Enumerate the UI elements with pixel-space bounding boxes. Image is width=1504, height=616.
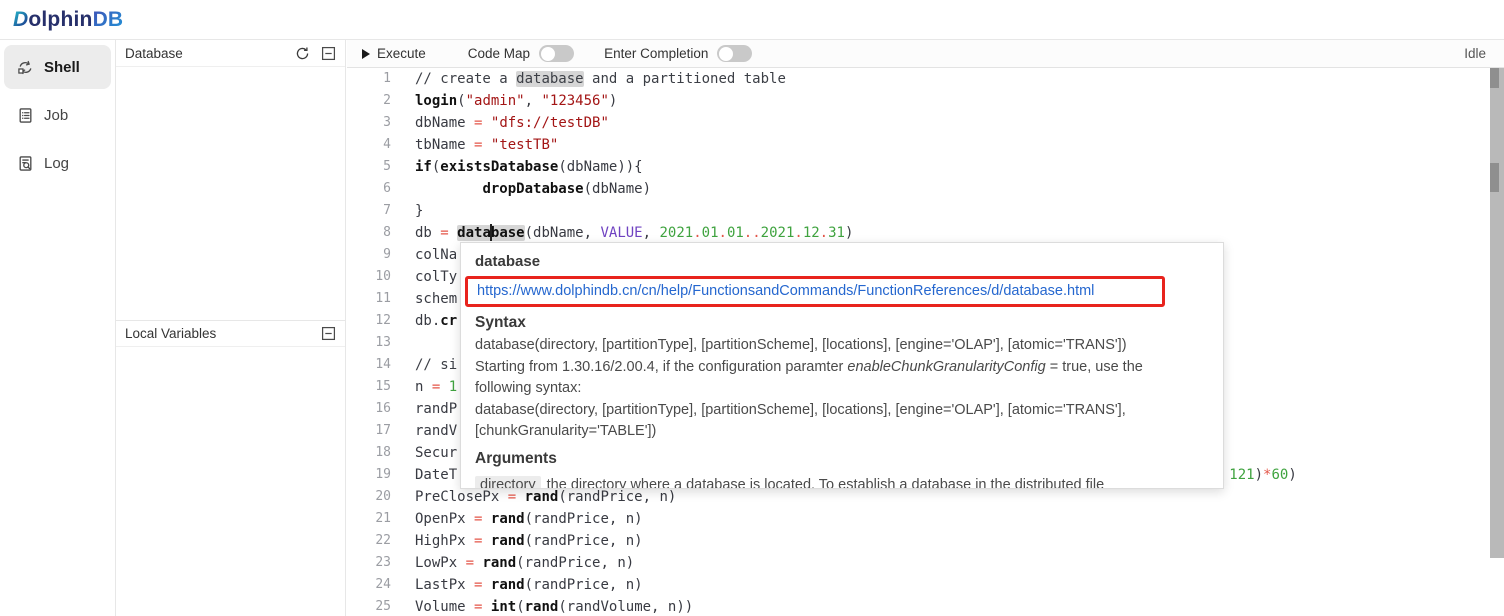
sidebar: Shell Job Log [0,40,116,616]
logo-db: DB [93,8,124,32]
play-icon [362,49,370,59]
line-number: 9 [347,244,391,266]
tooltip-function-name: database [475,252,1209,272]
database-panel-title: Database [125,46,295,61]
line-number: 20 [347,486,391,508]
collapse-icon[interactable] [321,326,336,341]
line-number: 8 [347,222,391,244]
code-line[interactable]: 4tbName = "testTB" [347,134,1504,156]
execute-button[interactable]: Execute [362,46,426,61]
text-cursor [490,224,492,241]
code-map-toggle[interactable] [539,45,574,62]
enter-completion-toggle[interactable] [717,45,752,62]
status-indicator: Idle [1464,46,1486,61]
function-doc-tooltip: database https://www.dolphindb.cn/cn/hel… [460,242,1224,489]
tooltip-argument-line: directory the directory where a database… [475,475,1209,490]
line-number: 24 [347,574,391,596]
tooltip-arguments-heading: Arguments [475,449,1209,469]
line-number: 16 [347,398,391,420]
red-annotation-box: https://www.dolphindb.cn/cn/help/Functio… [465,276,1165,307]
database-panel-body [116,67,345,320]
code-line[interactable]: 1// create a database and a partitioned … [347,68,1504,90]
logo-mark: D [13,8,28,32]
job-icon [17,107,34,124]
sidebar-item-shell[interactable]: Shell [4,45,111,89]
line-number: 7 [347,200,391,222]
sidebar-nav: Shell Job Log [0,45,115,185]
line-number: 18 [347,442,391,464]
line-number: 21 [347,508,391,530]
line-number: 22 [347,530,391,552]
tooltip-syntax-heading: Syntax [475,313,1209,333]
overview-ruler-mark [1490,163,1499,192]
line-number: 3 [347,112,391,134]
line-number: 10 [347,266,391,288]
sidebar-item-job[interactable]: Job [4,93,111,137]
code-line[interactable]: 24LastPx = rand(randPrice, n) [347,574,1504,596]
line-number: 25 [347,596,391,616]
scrollbar-thumb[interactable] [1490,68,1504,558]
line-number: 15 [347,376,391,398]
line-number: 14 [347,354,391,376]
log-icon [17,155,34,172]
argument-name-chip: directory [475,476,541,490]
doc-link[interactable]: https://www.dolphindb.cn/cn/help/Functio… [477,283,1094,299]
local-variables-panel-header: Local Variables [116,320,345,347]
code-line[interactable]: 7} [347,200,1504,222]
code-line[interactable]: 5if(existsDatabase(dbName)){ [347,156,1504,178]
line-number: 19 [347,464,391,486]
sidebar-item-log[interactable]: Log [4,141,111,185]
code-line[interactable]: 22HighPx = rand(randPrice, n) [347,530,1504,552]
code-line[interactable]: 23LowPx = rand(randPrice, n) [347,552,1504,574]
overview-ruler-mark [1490,68,1499,88]
sidebar-item-label: Log [44,155,69,172]
database-panel-header: Database [116,40,345,67]
line-number: 4 [347,134,391,156]
execute-label: Execute [377,46,426,61]
dolphindb-logo: DolphinDB [13,8,123,32]
code-line[interactable]: 3dbName = "dfs://testDB" [347,112,1504,134]
code-line[interactable]: 25Volume = int(rand(randVolume, n)) [347,596,1504,616]
sidebar-item-label: Job [44,107,68,124]
line-number: 12 [347,310,391,332]
sidebar-item-label: Shell [44,59,80,76]
code-line[interactable]: 20PreClosePx = rand(randPrice, n) [347,486,1504,508]
collapse-icon[interactable] [321,46,336,61]
line-number: 13 [347,332,391,354]
line-number: 11 [347,288,391,310]
editor-scrollbar [1490,68,1504,616]
line-number: 1 [347,68,391,90]
argument-description: the directory where a database is locate… [543,477,1105,490]
tooltip-syntax-body: database(directory, [partitionType], [pa… [475,335,1209,443]
line-number: 5 [347,156,391,178]
code-line[interactable]: 8db = database(dbName, VALUE, 2021.01.01… [347,222,1504,244]
enter-completion-label: Enter Completion [604,46,708,61]
line-number: 23 [347,552,391,574]
code-map-label: Code Map [468,46,530,61]
code-line[interactable]: 21OpenPx = rand(randPrice, n) [347,508,1504,530]
code-line[interactable]: 6 dropDatabase(dbName) [347,178,1504,200]
refresh-icon[interactable] [295,46,310,61]
line-number: 17 [347,420,391,442]
line-number: 2 [347,90,391,112]
logo-text: olphin [28,8,92,32]
explorer-column: Database Local Variables [116,40,346,616]
line-number: 6 [347,178,391,200]
shell-icon [17,59,34,76]
local-variables-panel-title: Local Variables [125,326,321,341]
code-line[interactable]: 2login("admin", "123456") [347,90,1504,112]
app-header: DolphinDB [0,0,1504,40]
editor-toolbar: Execute Code Map Enter Completion Idle [347,40,1504,68]
